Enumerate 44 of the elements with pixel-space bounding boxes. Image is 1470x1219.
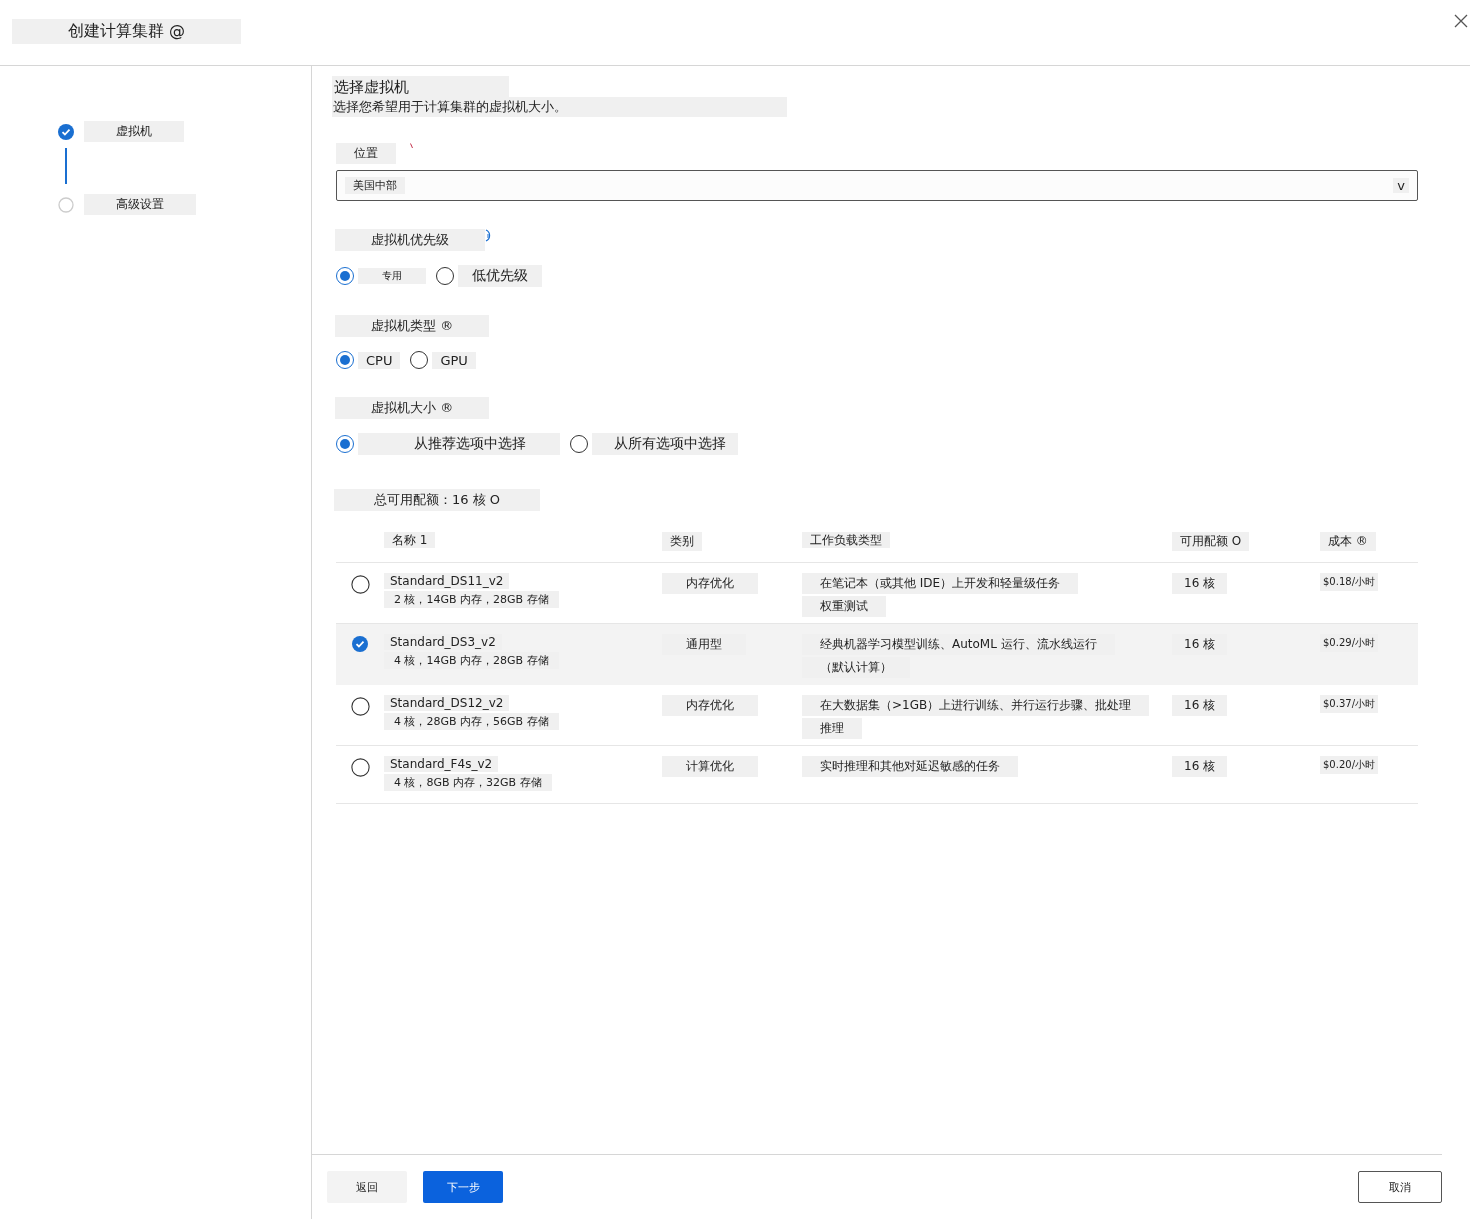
table-cell: $0.18/小时 bbox=[1320, 573, 1378, 591]
section-description: 选择您希望用于计算集群的虚拟机大小。 bbox=[332, 97, 787, 117]
next-button[interactable]: 下一步 bbox=[423, 1171, 503, 1203]
back-button[interactable]: 返回 bbox=[327, 1171, 407, 1203]
table-cell: 计算优化 bbox=[662, 756, 758, 777]
vm-name: Standard_DS11_v2 bbox=[384, 573, 510, 589]
field-label: 虚拟机大小 ® bbox=[335, 397, 490, 419]
table-cell: 内存优化 bbox=[662, 573, 758, 594]
radio-button[interactable] bbox=[350, 697, 370, 716]
column-header[interactable]: 成本 ® bbox=[1320, 532, 1376, 551]
cancel-button[interactable]: 取消 bbox=[1358, 1171, 1442, 1203]
step-label[interactable]: 高级设置 bbox=[84, 194, 196, 215]
vm-specs: 4 核，28GB 内存，56GB 存储 bbox=[384, 713, 559, 730]
workload-text: 在笔记本（或其他 IDE）上开发和轻量级任务 bbox=[802, 573, 1079, 594]
vm-name: Standard_DS12_v2 bbox=[384, 695, 510, 711]
selected-check-icon[interactable] bbox=[352, 636, 368, 652]
radio-button[interactable] bbox=[350, 758, 370, 777]
field-label: 虚拟机优先级 bbox=[335, 229, 485, 251]
vm-specs: 2 核，14GB 内存，28GB 存储 bbox=[384, 591, 559, 608]
radio-button[interactable] bbox=[350, 575, 370, 594]
table-cell: 16 核 bbox=[1172, 573, 1228, 594]
vm-name: Standard_F4s_v2 bbox=[384, 756, 499, 772]
workload-text: 在大数据集（>1GB）上进行训练、并行运行步骤、批处理 bbox=[802, 695, 1150, 716]
table-cell: 16 核 bbox=[1172, 695, 1228, 716]
column-header[interactable]: 可用配额 O bbox=[1172, 532, 1250, 551]
column-header[interactable]: 名称 1 bbox=[384, 532, 436, 548]
column-header[interactable]: 工作负载类型 bbox=[802, 532, 890, 548]
workload-text: 权重测试 bbox=[802, 596, 886, 617]
section-heading: 选择虚拟机 bbox=[332, 76, 509, 97]
table-cell: 内存优化 bbox=[662, 695, 758, 716]
column-header[interactable]: 类别 bbox=[662, 532, 702, 551]
location-dropdown[interactable]: 美国中部 v bbox=[336, 170, 1418, 201]
workload-text: 推理 bbox=[802, 718, 862, 739]
workload-text: 实时推理和其他对延迟敏感的任务 bbox=[802, 756, 1018, 777]
table-cell: $0.37/小时 bbox=[1320, 695, 1378, 713]
field-label: 位置 bbox=[336, 143, 396, 164]
step-label[interactable]: 虚拟机 bbox=[84, 121, 184, 142]
table-cell: $0.20/小时 bbox=[1320, 756, 1378, 774]
quota-label: 总可用配额：16 核 O bbox=[334, 489, 541, 511]
close-icon[interactable] bbox=[1454, 14, 1468, 28]
field-label: 虚拟机类型 ® bbox=[335, 315, 490, 337]
vm-specs: 4 核，8GB 内存，32GB 存储 bbox=[384, 774, 552, 791]
window-title: 创建计算集群 @ bbox=[12, 19, 242, 44]
table-cell: 16 核 bbox=[1172, 756, 1228, 777]
